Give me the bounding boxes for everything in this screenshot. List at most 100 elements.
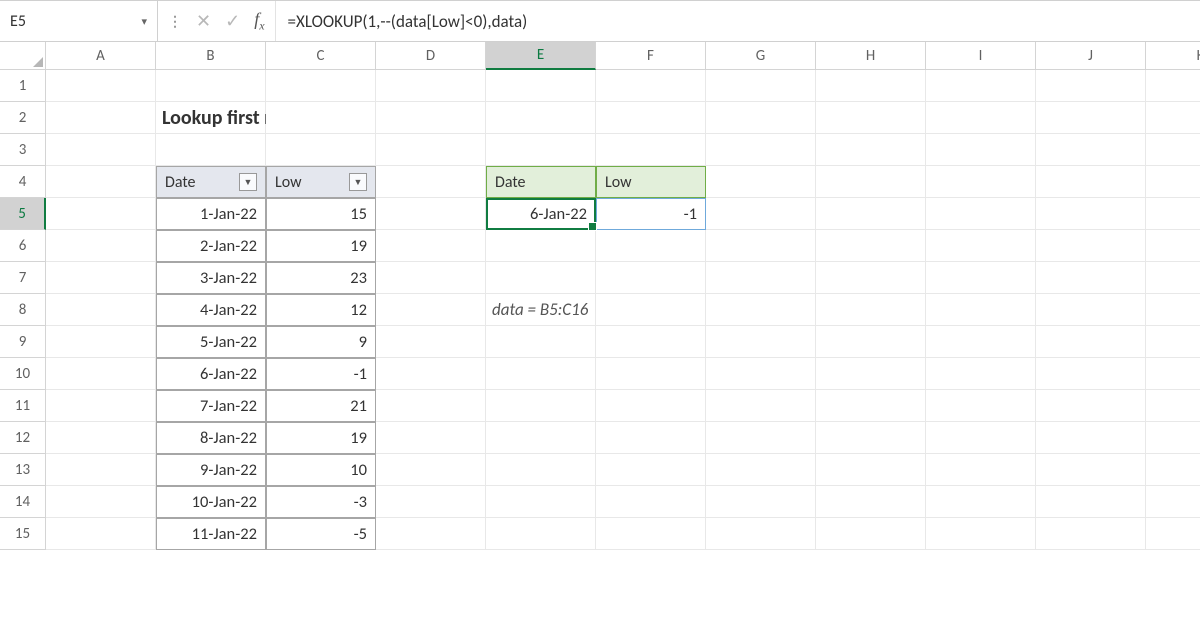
cell-H13[interactable] [816,454,926,486]
cell-K13[interactable] [1146,454,1200,486]
table-row[interactable]: -5 [266,518,376,550]
table-row[interactable]: 9-Jan-22 [156,454,266,486]
cell-K12[interactable] [1146,422,1200,454]
cell-I7[interactable] [926,262,1036,294]
cell-H10[interactable] [816,358,926,390]
cell-K11[interactable] [1146,390,1200,422]
cell-G2[interactable] [706,102,816,134]
cell-J5[interactable] [1036,198,1146,230]
table-header-date[interactable]: Date▼ [156,166,266,198]
more-icon[interactable]: ⋮ [168,13,182,30]
cell-G8[interactable] [706,294,816,326]
cell-J8[interactable] [1036,294,1146,326]
cell-I4[interactable] [926,166,1036,198]
row-header-14[interactable]: 14 [0,486,46,518]
row-header-2[interactable]: 2 [0,102,46,134]
cell-A7[interactable] [46,262,156,294]
cell-E9[interactable] [486,326,596,358]
cell-A3[interactable] [46,134,156,166]
cell-I12[interactable] [926,422,1036,454]
cell-E12[interactable] [486,422,596,454]
cell-H15[interactable] [816,518,926,550]
cell-G5[interactable] [706,198,816,230]
cell-J1[interactable] [1036,70,1146,102]
table-row[interactable]: 10-Jan-22 [156,486,266,518]
table-row[interactable]: 12 [266,294,376,326]
cell-B3[interactable] [156,134,266,166]
cell-D12[interactable] [376,422,486,454]
row-header-4[interactable]: 4 [0,166,46,198]
table-row[interactable]: 8-Jan-22 [156,422,266,454]
table-row[interactable]: 4-Jan-22 [156,294,266,326]
cell-G10[interactable] [706,358,816,390]
row-header-3[interactable]: 3 [0,134,46,166]
cell-I9[interactable] [926,326,1036,358]
cell-G14[interactable] [706,486,816,518]
cell-H3[interactable] [816,134,926,166]
cell-E11[interactable] [486,390,596,422]
col-header-G[interactable]: G [706,42,816,70]
result-date[interactable]: 6-Jan-22 [486,198,596,230]
cell-A5[interactable] [46,198,156,230]
row-header-11[interactable]: 11 [0,390,46,422]
cell-A14[interactable] [46,486,156,518]
cell-F9[interactable] [596,326,706,358]
col-header-A[interactable]: A [46,42,156,70]
cell-D4[interactable] [376,166,486,198]
cell-J2[interactable] [1036,102,1146,134]
cell-E7[interactable] [486,262,596,294]
cell-E2[interactable] [486,102,596,134]
cell-F8[interactable] [596,294,706,326]
cell-A12[interactable] [46,422,156,454]
cell-F15[interactable] [596,518,706,550]
cell-A15[interactable] [46,518,156,550]
table-row[interactable]: 19 [266,422,376,454]
cell-C2[interactable] [266,102,376,134]
cell-G12[interactable] [706,422,816,454]
cell-C3[interactable] [266,134,376,166]
cell-E10[interactable] [486,358,596,390]
formula-input[interactable]: =XLOOKUP(1,--(data[Low]<0),data) [276,11,1200,32]
cell-J13[interactable] [1036,454,1146,486]
cell-G7[interactable] [706,262,816,294]
cell-A6[interactable] [46,230,156,262]
cell-H9[interactable] [816,326,926,358]
cell-H11[interactable] [816,390,926,422]
cell-E3[interactable] [486,134,596,166]
cell-D9[interactable] [376,326,486,358]
cell-H2[interactable] [816,102,926,134]
enter-icon[interactable]: ✓ [225,10,240,32]
col-header-J[interactable]: J [1036,42,1146,70]
cell-H12[interactable] [816,422,926,454]
table-header-low[interactable]: Low▼ [266,166,376,198]
cell-F11[interactable] [596,390,706,422]
cell-K8[interactable] [1146,294,1200,326]
cell-G15[interactable] [706,518,816,550]
table-row[interactable]: -1 [266,358,376,390]
result-header-low[interactable]: Low [596,166,706,198]
col-header-E[interactable]: E [486,42,596,70]
cell-I1[interactable] [926,70,1036,102]
table-row[interactable]: -3 [266,486,376,518]
cell-H1[interactable] [816,70,926,102]
cell-K9[interactable] [1146,326,1200,358]
cell-J7[interactable] [1036,262,1146,294]
col-header-C[interactable]: C [266,42,376,70]
cell-J15[interactable] [1036,518,1146,550]
cell-F10[interactable] [596,358,706,390]
table-row[interactable]: 15 [266,198,376,230]
table-row[interactable]: 19 [266,230,376,262]
filter-dropdown-icon[interactable]: ▼ [349,173,367,191]
cell-D6[interactable] [376,230,486,262]
row-header-1[interactable]: 1 [0,70,46,102]
cell-C1[interactable] [266,70,376,102]
cell-G1[interactable] [706,70,816,102]
table-row[interactable]: 7-Jan-22 [156,390,266,422]
cell-D2[interactable] [376,102,486,134]
cell-F13[interactable] [596,454,706,486]
cell-J12[interactable] [1036,422,1146,454]
cell-D7[interactable] [376,262,486,294]
cell-F1[interactable] [596,70,706,102]
cell-K5[interactable] [1146,198,1200,230]
cell-F2[interactable] [596,102,706,134]
